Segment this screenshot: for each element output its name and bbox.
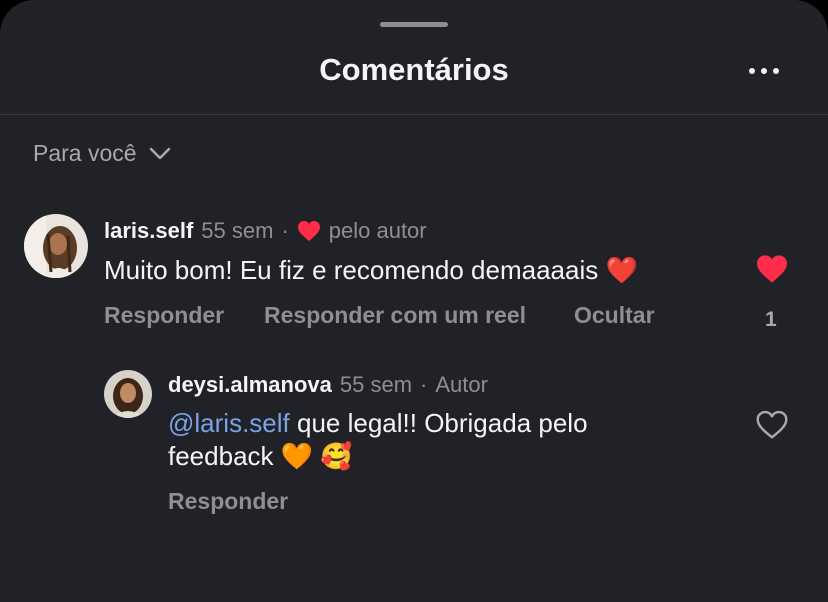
liked-by-author-label: pelo autor <box>328 218 427 243</box>
reply-text: @laris.self que legal!! Obrigada pelo fe… <box>168 407 688 473</box>
reply-text-line: feedback 🧡 🥰 <box>168 440 688 473</box>
heart-outline-icon <box>756 410 788 439</box>
sheet-title: Comentários <box>319 52 509 87</box>
reply-meta: deysi.almanova 55 sem · Autor <box>168 372 488 398</box>
hide-button[interactable]: Ocultar <box>574 302 655 329</box>
comment-username[interactable]: laris.self <box>104 218 193 244</box>
sort-label: Para você <box>33 140 137 166</box>
reply-button[interactable]: Responder <box>104 302 224 329</box>
reply-body-line1: que legal!! Obrigada pelo <box>296 408 588 438</box>
reply-emoji: 🥰 <box>320 441 353 471</box>
meta-separator: · <box>281 218 289 243</box>
avatar[interactable] <box>104 370 152 418</box>
author-badge: Autor <box>435 372 488 397</box>
header-divider <box>0 114 828 115</box>
comment-body: Muito bom! Eu fiz e recomendo demaaaais <box>104 255 599 285</box>
like-button[interactable] <box>755 410 789 440</box>
reply-text-line: @laris.self que legal!! Obrigada pelo <box>168 407 688 440</box>
like-button[interactable] <box>755 254 789 284</box>
more-dot-icon <box>749 68 755 74</box>
comment-time: 55 sem <box>201 218 274 243</box>
more-dot-icon <box>773 68 779 74</box>
heart-filled-icon <box>757 255 787 283</box>
drag-handle[interactable] <box>380 22 448 27</box>
sort-dropdown[interactable]: Para você <box>33 140 171 167</box>
reply-username[interactable]: deysi.almanova <box>168 372 332 398</box>
meta-separator: · <box>420 372 428 397</box>
reply-body-line2: feedback <box>168 441 274 471</box>
reply-time: 55 sem <box>339 372 413 397</box>
like-count[interactable]: 1 <box>765 308 777 332</box>
reply-emoji: 🧡 <box>280 441 314 471</box>
comments-sheet: Comentários Para você laris.self 55 sem <box>0 0 828 602</box>
heart-filled-icon <box>297 221 320 241</box>
reply-button[interactable]: Responder <box>168 488 288 515</box>
mention-link[interactable]: @laris.self <box>168 408 290 438</box>
chevron-down-icon <box>149 147 170 159</box>
comment-emoji: ❤️ <box>605 255 638 285</box>
comment-text: Muito bom! Eu fiz e recomendo demaaaais … <box>104 254 638 287</box>
avatar[interactable] <box>24 214 88 278</box>
more-options-button[interactable] <box>740 58 788 84</box>
reply-with-reel-button[interactable]: Responder com um reel <box>264 302 526 329</box>
comment-meta: laris.self 55 sem · pelo autor <box>104 218 427 244</box>
more-dot-icon <box>761 68 767 74</box>
